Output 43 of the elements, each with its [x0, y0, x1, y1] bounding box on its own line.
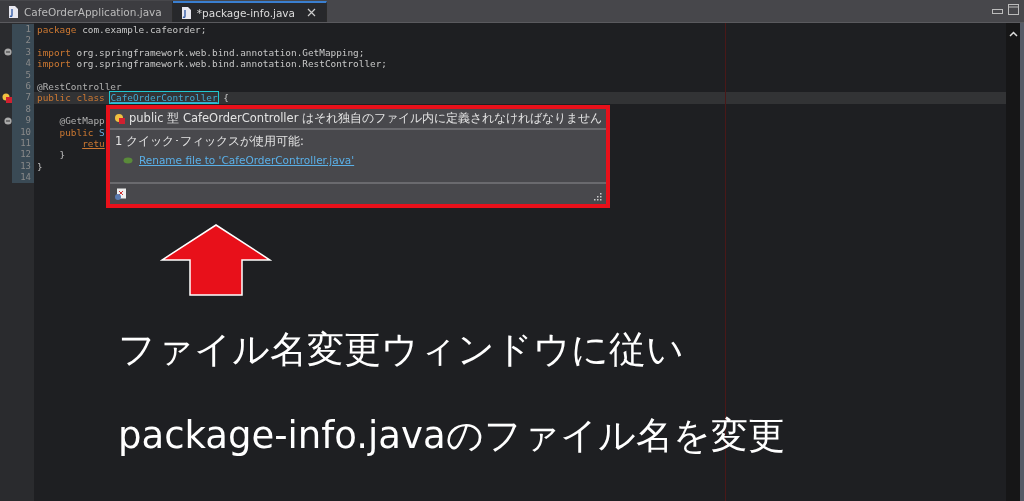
caption-text: package-info.javaのファイル名を変更 [118, 413, 785, 459]
line-number: 14 [12, 172, 34, 184]
code-text: package [37, 24, 77, 35]
code-text: { [223, 92, 229, 104]
line-number: 5 [12, 69, 34, 81]
editor-tab[interactable]: *package-info.java [172, 1, 327, 22]
code-text: S [99, 126, 105, 138]
code-text: import [37, 58, 71, 70]
line-number: 4 [12, 58, 34, 70]
line-number: 7 [12, 92, 34, 104]
code-text: public [59, 126, 94, 138]
code-text: retu [82, 137, 105, 149]
error-message: public 型 CafeOrderController はそれ独自のファイル内に定義されなければなりません [129, 111, 603, 126]
fold-icon[interactable] [4, 48, 12, 57]
code-text: } [37, 160, 43, 172]
line-number: 10 [12, 126, 34, 138]
java-file-icon [180, 6, 191, 19]
line-number: 9 [12, 115, 34, 127]
line-number: 2 [12, 35, 34, 47]
minimize-icon[interactable] [992, 9, 1003, 15]
code-text: public class [37, 92, 105, 104]
collapse-icon[interactable] [1008, 31, 1018, 37]
error-icon[interactable] [2, 93, 12, 104]
error-icon [114, 112, 126, 125]
close-icon[interactable] [307, 8, 316, 17]
editor-tab[interactable]: CafeOrderApplication.java [0, 1, 173, 22]
quick-fix-count: 1 クイック･フィックスが使用可能: [115, 134, 305, 149]
java-file-icon [8, 5, 18, 18]
line-number: 12 [12, 149, 34, 161]
resize-grip-icon[interactable] [594, 193, 603, 201]
code-text: com.example.cafeorder; [82, 24, 207, 35]
maximize-icon[interactable] [1008, 4, 1019, 15]
code-text: CafeOrderController [110, 92, 218, 104]
quick-fix-link[interactable]: Rename file to 'CafeOrderController.java' [139, 154, 355, 166]
code-text: } [59, 149, 66, 161]
line-number: 1 [12, 24, 34, 36]
fold-icon[interactable] [4, 116, 12, 125]
code-text: org.springframework.web.bind.annotation.GetMapping; [76, 46, 365, 58]
caption-text: ファイル名変更ウィンドウに従い [118, 327, 685, 373]
code-text: org.springframework.web.bind.annotation.RestController; [76, 58, 387, 70]
code-text: @GetMapp [59, 115, 105, 127]
code-text: import [37, 46, 71, 58]
code-text: @RestController [37, 80, 122, 92]
